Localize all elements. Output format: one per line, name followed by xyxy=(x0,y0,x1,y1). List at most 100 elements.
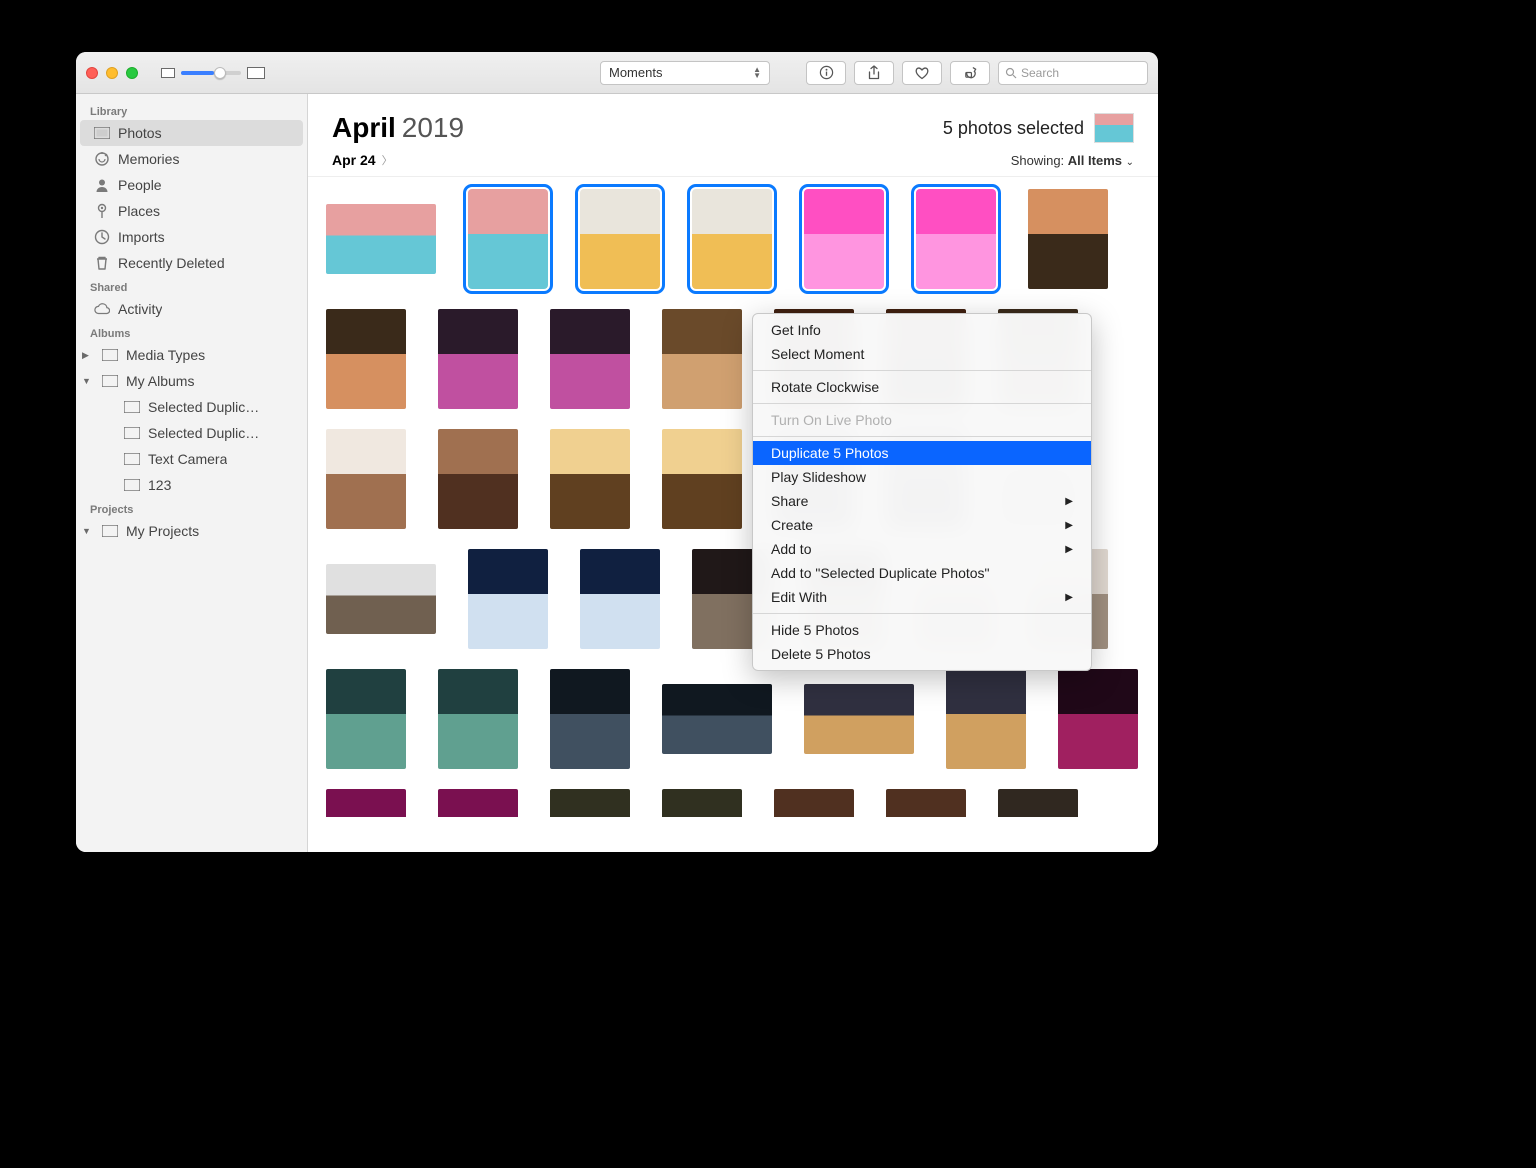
photo-thumbnail[interactable] xyxy=(916,189,996,289)
menu-separator xyxy=(753,403,1091,404)
photo-thumbnail[interactable] xyxy=(774,789,854,817)
sidebar-album-item[interactable]: Selected Duplic… xyxy=(76,394,307,420)
photo-thumbnail[interactable] xyxy=(438,669,518,769)
photo-thumbnail[interactable] xyxy=(692,189,772,289)
album-icon xyxy=(124,451,140,467)
photo-thumbnail[interactable] xyxy=(326,564,436,634)
photo-thumbnail[interactable] xyxy=(326,669,406,769)
menu-item-add-to-selected-duplicate-photos[interactable]: Add to "Selected Duplicate Photos" xyxy=(753,561,1091,585)
titlebar: Moments ▲▼ Search xyxy=(76,52,1158,94)
page-title-month: April xyxy=(332,112,396,144)
photo-thumbnail[interactable] xyxy=(550,669,630,769)
key-photo-thumbnail[interactable] xyxy=(1094,113,1134,143)
photo-thumbnail[interactable] xyxy=(804,684,914,754)
close-window-button[interactable] xyxy=(86,67,98,79)
menu-separator xyxy=(753,436,1091,437)
menu-item-select-moment[interactable]: Select Moment xyxy=(753,342,1091,366)
chevron-updown-icon: ▲▼ xyxy=(753,67,761,79)
photo-thumbnail[interactable] xyxy=(662,309,742,409)
submenu-arrow-icon: ▶ xyxy=(1065,496,1073,507)
sidebar-album-item[interactable]: Selected Duplic… xyxy=(76,420,307,446)
rotate-button[interactable] xyxy=(950,61,990,85)
photo-thumbnail[interactable] xyxy=(326,429,406,529)
photos-app-window: Moments ▲▼ Search Library PhotosMemories… xyxy=(76,52,1158,852)
favorite-button[interactable] xyxy=(902,61,942,85)
photo-thumbnail[interactable] xyxy=(1028,189,1108,289)
showing-filter[interactable]: Showing: All Items ⌄ xyxy=(1011,153,1134,168)
photo-row xyxy=(326,189,1140,289)
photo-thumbnail[interactable] xyxy=(1058,669,1138,769)
menu-item-edit-with[interactable]: Edit With▶ xyxy=(753,585,1091,609)
photo-thumbnail[interactable] xyxy=(550,429,630,529)
disclosure-triangle-icon[interactable]: ▼ xyxy=(82,526,92,536)
date-label[interactable]: Apr 24 xyxy=(332,152,376,168)
photo-thumbnail[interactable] xyxy=(326,204,436,274)
zoom-slider[interactable] xyxy=(181,71,241,75)
menu-item-share[interactable]: Share▶ xyxy=(753,489,1091,513)
sidebar-item-activity[interactable]: Activity xyxy=(76,296,307,322)
photo-thumbnail[interactable] xyxy=(438,429,518,529)
photo-thumbnail[interactable] xyxy=(550,789,630,817)
photo-thumbnail[interactable] xyxy=(550,309,630,409)
main-content: April 2019 5 photos selected Apr 24 〉 Sh… xyxy=(308,94,1158,852)
sidebar-item-places[interactable]: Places xyxy=(76,198,307,224)
menu-item-get-info[interactable]: Get Info xyxy=(753,318,1091,342)
menu-item-delete-5-photos[interactable]: Delete 5 Photos xyxy=(753,642,1091,666)
menu-item-hide-5-photos[interactable]: Hide 5 Photos xyxy=(753,618,1091,642)
folder-icon xyxy=(102,347,118,363)
sidebar-item-memories[interactable]: Memories xyxy=(76,146,307,172)
photo-thumbnail[interactable] xyxy=(438,309,518,409)
photo-thumbnail[interactable] xyxy=(468,549,548,649)
disclosure-triangle-icon[interactable]: ▼ xyxy=(82,376,92,386)
share-icon xyxy=(867,65,881,81)
view-mode-dropdown[interactable]: Moments ▲▼ xyxy=(600,61,770,85)
fullscreen-window-button[interactable] xyxy=(126,67,138,79)
sidebar-item-my-projects[interactable]: ▼My Projects xyxy=(76,518,307,544)
sidebar-item-photos[interactable]: Photos xyxy=(80,120,303,146)
photo-thumbnail[interactable] xyxy=(946,669,1026,769)
minimize-window-button[interactable] xyxy=(106,67,118,79)
submenu-arrow-icon: ▶ xyxy=(1065,520,1073,531)
sidebar-item-media-types[interactable]: ▶Media Types xyxy=(76,342,307,368)
thumbnail-small-icon[interactable] xyxy=(161,68,175,78)
heart-icon xyxy=(914,66,930,80)
sidebar-album-item[interactable]: 123 xyxy=(76,472,307,498)
photo-thumbnail[interactable] xyxy=(886,789,966,817)
photo-thumbnail[interactable] xyxy=(468,189,548,289)
sidebar-album-item[interactable]: Text Camera xyxy=(76,446,307,472)
sidebar-item-people[interactable]: People xyxy=(76,172,307,198)
photo-thumbnail[interactable] xyxy=(326,309,406,409)
menu-item-duplicate-5-photos[interactable]: Duplicate 5 Photos xyxy=(753,441,1091,465)
album-icon xyxy=(124,425,140,441)
share-button[interactable] xyxy=(854,61,894,85)
thumbnail-large-icon[interactable] xyxy=(247,67,265,79)
sidebar-item-my-albums[interactable]: ▼My Albums xyxy=(76,368,307,394)
chevron-down-icon: ⌄ xyxy=(1126,157,1134,168)
menu-item-rotate-clockwise[interactable]: Rotate Clockwise xyxy=(753,375,1091,399)
photo-thumbnail[interactable] xyxy=(662,789,742,817)
photo-thumbnail[interactable] xyxy=(438,789,518,817)
photo-thumbnail[interactable] xyxy=(326,789,406,817)
photo-thumbnail[interactable] xyxy=(804,189,884,289)
info-button[interactable] xyxy=(806,61,846,85)
people-icon xyxy=(94,177,110,193)
photo-thumbnail[interactable] xyxy=(662,429,742,529)
menu-item-turn-on-live-photo: Turn On Live Photo xyxy=(753,408,1091,432)
photo-thumbnail[interactable] xyxy=(580,549,660,649)
search-field[interactable]: Search xyxy=(998,61,1148,85)
disclosure-triangle-icon[interactable]: ▶ xyxy=(82,350,92,361)
sidebar-section-shared: Shared xyxy=(76,276,307,296)
places-icon xyxy=(94,203,110,219)
submenu-arrow-icon: ▶ xyxy=(1065,544,1073,555)
sidebar-section-albums: Albums xyxy=(76,322,307,342)
photo-thumbnail[interactable] xyxy=(998,789,1078,817)
context-menu: Get InfoSelect Moment Rotate Clockwise Tur… xyxy=(752,313,1092,671)
menu-item-play-slideshow[interactable]: Play Slideshow xyxy=(753,465,1091,489)
menu-item-add-to[interactable]: Add to▶ xyxy=(753,537,1091,561)
sidebar-item-recently-deleted[interactable]: Recently Deleted xyxy=(76,250,307,276)
sidebar-item-imports[interactable]: Imports xyxy=(76,224,307,250)
photo-thumbnail[interactable] xyxy=(580,189,660,289)
menu-item-create[interactable]: Create▶ xyxy=(753,513,1091,537)
cloud-icon xyxy=(94,301,110,317)
photo-thumbnail[interactable] xyxy=(662,684,772,754)
